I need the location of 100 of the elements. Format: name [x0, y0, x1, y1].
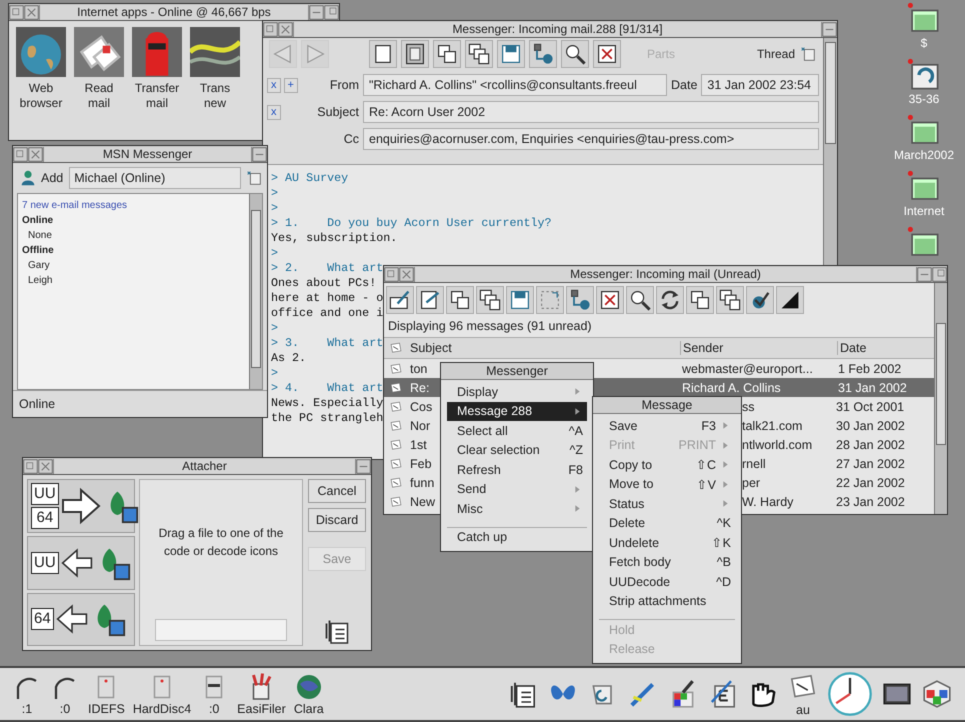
from-field[interactable]: "Richard A. Collins" <rcollins@consultants.freeul: [363, 74, 667, 96]
contact-item[interactable]: None: [22, 228, 245, 243]
action-button[interactable]: Cancel: [308, 479, 366, 503]
toolbar-button[interactable]: [401, 40, 429, 68]
date-field[interactable]: 31 Jan 2002 23:54: [701, 74, 819, 96]
table-cell: ss: [742, 400, 754, 414]
menu-item[interactable]: UUDecode ^D: [599, 572, 735, 592]
cc-field[interactable]: enquiries@acornuser.com, Enquiries <enquiries@tau-press.com>: [363, 128, 819, 150]
app-launcher[interactable]: Web browser: [15, 27, 67, 111]
toolbar-button[interactable]: [433, 40, 461, 68]
app-icon: [907, 58, 941, 92]
iconbar-button[interactable]: au: [787, 671, 819, 717]
menu-item[interactable]: Send: [447, 480, 587, 499]
add-button[interactable]: Add: [17, 169, 66, 187]
windows-icon: [448, 288, 472, 312]
input-field[interactable]: [155, 619, 287, 641]
table-cell-text: 22 Jan 2002: [835, 476, 906, 490]
user-field[interactable]: Michael (Online): [69, 167, 241, 189]
toolbar-button[interactable]: [593, 40, 621, 68]
toolbar-button[interactable]: [746, 286, 774, 314]
toolbar-button[interactable]: [416, 286, 444, 314]
status-menu-button[interactable]: [245, 169, 263, 187]
table-cell: per: [742, 476, 760, 490]
toolbar-button[interactable]: [465, 40, 493, 68]
tree-icon: [531, 42, 555, 66]
menu-item[interactable]: Fetch body ^B: [599, 552, 735, 572]
scrollbar[interactable]: [934, 283, 947, 514]
menu-item[interactable]: Status: [599, 494, 735, 514]
column-header[interactable]: Sender: [680, 341, 837, 355]
app-launcher[interactable]: Transfer mail: [131, 27, 183, 111]
iconbar-button[interactable]: :0: [50, 672, 80, 716]
toolbar-button[interactable]: [656, 286, 684, 314]
subject-field[interactable]: Re: Acorn User 2002: [363, 101, 819, 123]
toolbar-button[interactable]: [686, 286, 714, 314]
iconbar-button[interactable]: IDEFS: [88, 672, 125, 716]
toolbar-button[interactable]: [716, 286, 744, 314]
toggle-button[interactable]: x: [267, 104, 280, 120]
toggle-button[interactable]: +: [284, 78, 298, 92]
menu-item[interactable]: Move to ⇧V: [599, 474, 735, 494]
drop-area[interactable]: Drag a file to one of the code or decode icons: [139, 479, 303, 646]
arrow-icon: [56, 603, 88, 636]
menu-item[interactable]: Catch up: [447, 526, 587, 547]
dotted-frame-icon: [538, 288, 562, 312]
menu-item[interactable]: Undelete ⇧K: [599, 533, 735, 552]
page-icon: [403, 42, 427, 66]
menu-item[interactable]: Strip attachments: [599, 592, 735, 611]
toolbar-button[interactable]: [529, 40, 557, 68]
toolbar-button[interactable]: [561, 40, 589, 68]
menu-item[interactable]: Display: [447, 382, 587, 402]
arrow-icon: [60, 546, 93, 579]
table-cell-text: 27 Jan 2002: [835, 456, 906, 470]
table-cell: Richard A. Collins: [682, 380, 781, 394]
toolbar-button[interactable]: [497, 40, 525, 68]
iconbar-button[interactable]: :0: [199, 672, 230, 716]
menu-title: Messenger: [441, 363, 593, 380]
edit-icon: [418, 288, 442, 312]
iconbar-button[interactable]: EasiFiler: [237, 672, 286, 716]
menu-item[interactable]: Clear selection ^Z: [447, 440, 587, 460]
toolbar-button[interactable]: [369, 40, 397, 68]
action-button[interactable]: Discard: [308, 508, 366, 532]
contact-item[interactable]: Leigh: [22, 273, 245, 288]
toolbar-button[interactable]: [506, 286, 534, 314]
toolbar-button[interactable]: [626, 286, 654, 314]
column-header[interactable]: Subject: [408, 341, 680, 355]
toolbar-button[interactable]: [386, 286, 414, 314]
toolbar-button[interactable]: [776, 286, 804, 314]
toolbar-button[interactable]: [476, 286, 504, 314]
group-heading: Online: [22, 214, 54, 228]
toolbar-button[interactable]: [446, 286, 474, 314]
thread-menu-button[interactable]: [799, 45, 817, 63]
iconbar-button[interactable]: Clara: [294, 672, 324, 716]
iconbar-button[interactable]: HardDisc4: [132, 672, 192, 716]
menu-item[interactable]: Save F3: [599, 416, 735, 436]
app-launcher[interactable]: Read mail: [73, 27, 125, 111]
menu-item[interactable]: Copy to ⇧C: [599, 455, 735, 474]
contact-item[interactable]: Gary: [22, 258, 245, 273]
message-line: > 1. Do you buy Acorn User currently?: [271, 216, 552, 231]
codec-button[interactable]: UU: [27, 536, 135, 590]
message-line: here at home - o: [271, 291, 384, 306]
cube-icon: [921, 678, 953, 710]
toggle-button[interactable]: x: [267, 78, 280, 92]
iconbar-button[interactable]: :1: [12, 672, 42, 716]
menu-item[interactable]: Select all ^A: [447, 421, 587, 440]
email-link[interactable]: 7 new e-mail messages: [22, 198, 245, 213]
window-title: MSN Messenger: [43, 146, 252, 162]
window-title: Messenger: Incoming mail (Unread): [414, 266, 917, 282]
windows-icon: [435, 42, 459, 66]
hint-text: Drag a file to one of the code or decode icons: [158, 525, 284, 560]
menu-item[interactable]: Delete ^K: [599, 514, 735, 533]
app-launcher[interactable]: Trans new: [189, 27, 241, 111]
scrollbar[interactable]: [249, 194, 262, 389]
menu-item[interactable]: Misc: [447, 499, 587, 518]
codec-button[interactable]: 64: [27, 592, 135, 646]
toolbar-button[interactable]: [596, 286, 624, 314]
menu-item[interactable]: Message 288: [447, 402, 587, 421]
message-line: >: [271, 366, 278, 381]
window-title: Messenger: Incoming mail.288 [91/314]: [293, 22, 822, 36]
menu-item[interactable]: Refresh F8: [447, 460, 587, 480]
delete-icon: [598, 288, 622, 312]
toolbar-button[interactable]: [566, 286, 594, 314]
